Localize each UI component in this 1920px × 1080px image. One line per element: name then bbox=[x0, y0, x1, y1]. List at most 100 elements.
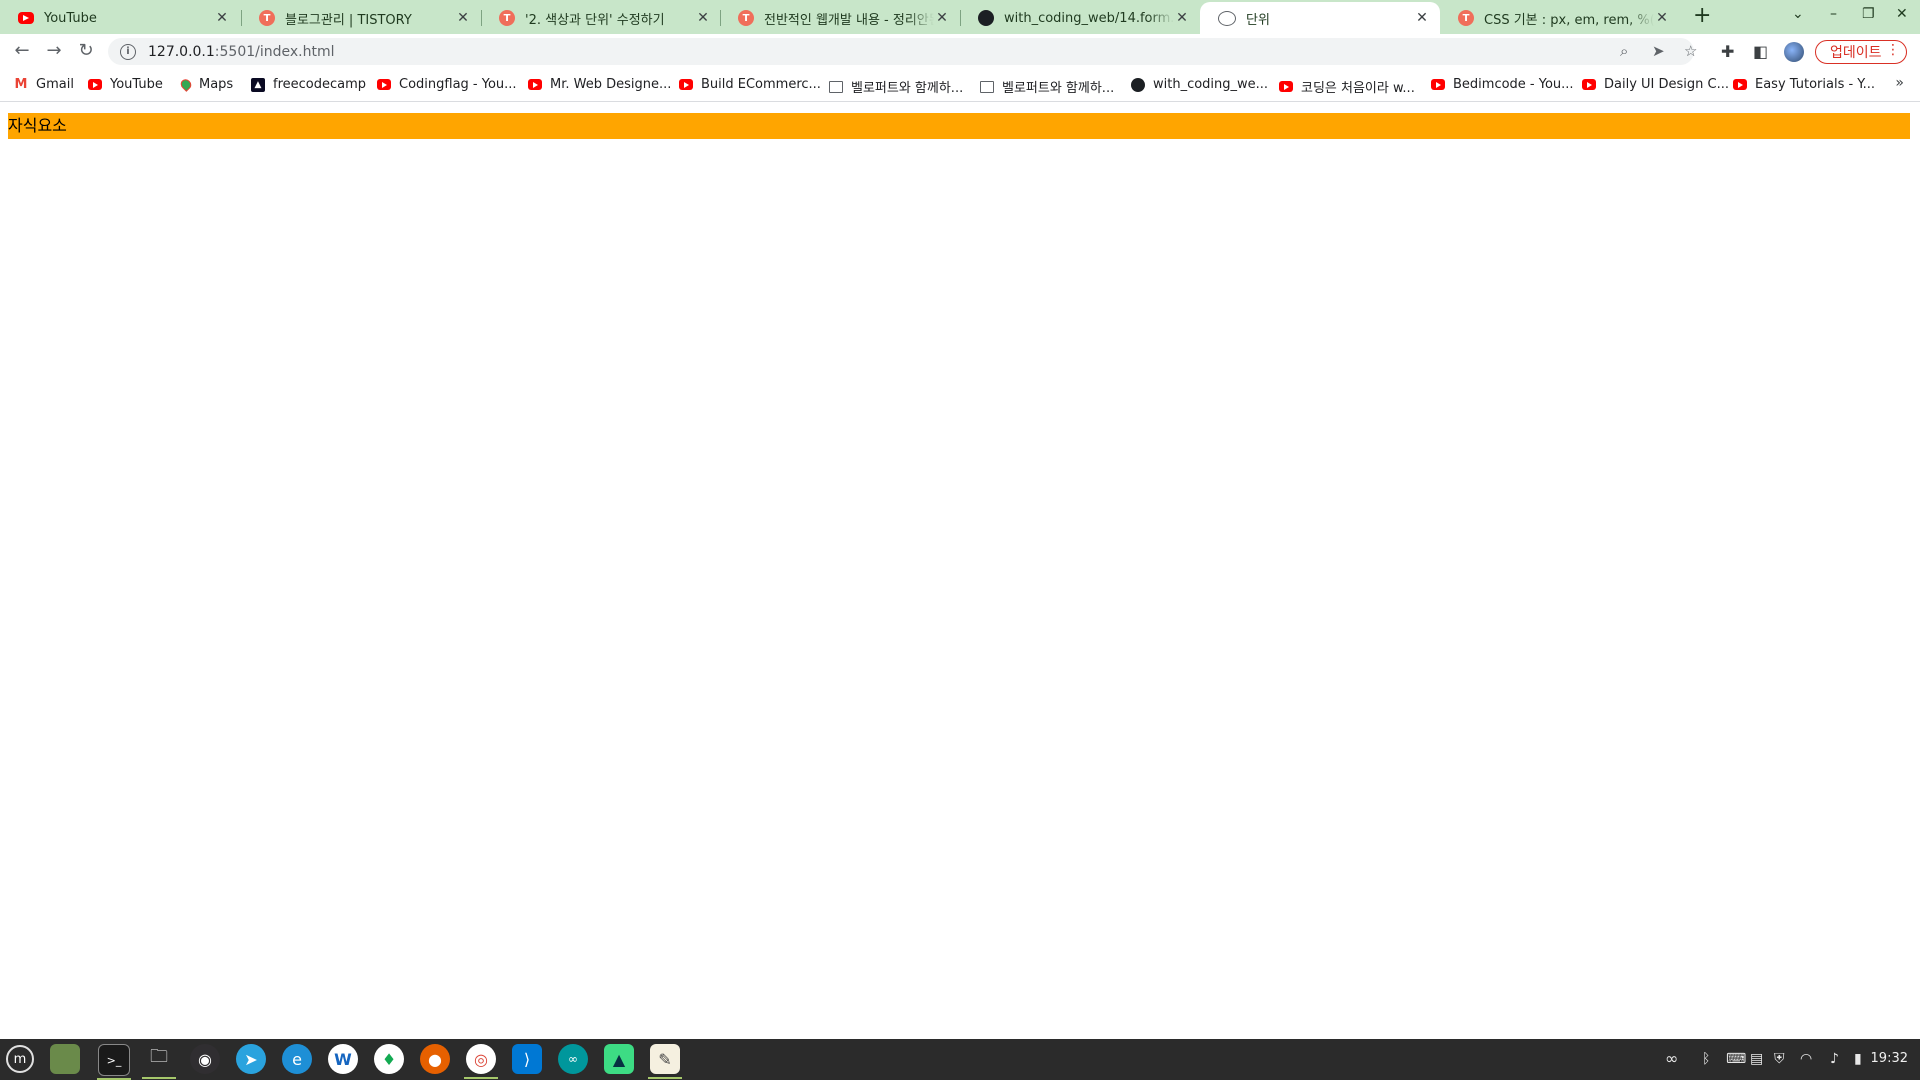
youtube-icon bbox=[1582, 79, 1596, 90]
telegram-icon[interactable]: ➤ bbox=[236, 1044, 266, 1074]
update-button[interactable]: 업데이트 ⋮ bbox=[1815, 40, 1907, 64]
bookmark-velopert-1[interactable]: 벨로퍼트와 함께하... bbox=[829, 77, 963, 96]
bookmark-label: Gmail bbox=[36, 77, 74, 92]
bookmark-velopert-2[interactable]: 벨로퍼트와 함께하... bbox=[980, 77, 1114, 96]
close-icon[interactable]: ✕ bbox=[695, 10, 711, 26]
mint-menu-icon[interactable]: m bbox=[6, 1045, 34, 1073]
tab-title: CSS 기본 : px, em, rem, %(perc bbox=[1484, 12, 1654, 28]
address-bar[interactable]: i 127.0.0.1:5501/index.html ⌕ ➤ ☆ bbox=[108, 38, 1697, 65]
wifi-icon[interactable]: ◠ bbox=[1800, 1051, 1812, 1067]
youtube-icon bbox=[1431, 79, 1445, 90]
extensions-puzzle-icon[interactable]: ✚ bbox=[1721, 42, 1734, 61]
writer-icon[interactable]: W bbox=[328, 1044, 358, 1074]
tab-title: 전반적인 웹개발 내용 - 정리안된 bbox=[764, 12, 934, 28]
text-editor-icon[interactable]: ✎ bbox=[648, 1044, 682, 1079]
bookmark-label: Codingflag - You... bbox=[399, 77, 517, 92]
youtube-icon bbox=[1279, 81, 1293, 92]
chrome-icon[interactable]: ◎ bbox=[464, 1044, 498, 1079]
clock[interactable]: 19:32 bbox=[1871, 1051, 1908, 1066]
tab-tistory-admin[interactable]: T 블로그관리 | TISTORY ✕ bbox=[241, 2, 481, 34]
kebab-menu-icon[interactable]: ⋮ bbox=[1886, 42, 1900, 58]
bookmark-youtube[interactable]: YouTube bbox=[88, 77, 163, 92]
bookmark-label: Easy Tutorials - Y... bbox=[1755, 77, 1876, 92]
side-panel-icon[interactable]: ◧ bbox=[1753, 42, 1768, 61]
bookmark-star-icon[interactable]: ☆ bbox=[1684, 42, 1697, 60]
bluetooth-icon[interactable]: ᛒ bbox=[1702, 1051, 1710, 1067]
vscode-icon[interactable]: ⟩ bbox=[512, 1044, 542, 1074]
tray-infinity-icon[interactable]: ∞ bbox=[1665, 1049, 1678, 1068]
keyboard-icon[interactable]: ⌨ bbox=[1726, 1051, 1746, 1067]
url-path: :5501/index.html bbox=[214, 43, 335, 60]
show-desktop-icon[interactable] bbox=[50, 1044, 80, 1074]
sound-icon[interactable]: ♪ bbox=[1830, 1051, 1839, 1067]
android-studio-icon[interactable]: ▲ bbox=[604, 1044, 634, 1074]
battery-icon[interactable]: ▮ bbox=[1854, 1051, 1862, 1067]
bookmark-label: YouTube bbox=[110, 77, 163, 92]
tab-css-basics[interactable]: T CSS 기본 : px, em, rem, %(perc ✕ bbox=[1440, 2, 1680, 34]
minimize-icon[interactable]: – bbox=[1830, 6, 1837, 22]
arduino-icon[interactable]: ∞ bbox=[558, 1044, 588, 1074]
files-icon[interactable]: 🗀 bbox=[142, 1044, 176, 1079]
bookmark-label: Daily UI Design C... bbox=[1604, 77, 1729, 92]
tistory-icon: T bbox=[738, 10, 754, 26]
bookmark-freecodecamp[interactable]: ▲ freecodecamp bbox=[251, 77, 366, 92]
close-icon[interactable]: ✕ bbox=[1654, 10, 1670, 26]
zoom-icon[interactable]: ⌕ bbox=[1620, 42, 1628, 60]
child-element: 자식요소 bbox=[8, 113, 1910, 139]
firefox-icon[interactable]: ● bbox=[420, 1044, 450, 1074]
window-close-icon[interactable]: ✕ bbox=[1896, 6, 1908, 22]
tab-units-active[interactable]: 단위 ✕ bbox=[1200, 2, 1440, 34]
restore-icon[interactable]: ❐ bbox=[1862, 6, 1875, 22]
bookmark-label: 코딩은 처음이라 w... bbox=[1301, 81, 1415, 96]
back-arrow-icon[interactable]: ← bbox=[10, 39, 34, 63]
bookmark-codingflag[interactable]: Codingflag - You... bbox=[377, 77, 517, 92]
bookmark-build-ecommerce[interactable]: Build ECommerc... bbox=[679, 77, 821, 92]
clipboard-icon[interactable]: ▤ bbox=[1750, 1051, 1763, 1067]
bookmarks-overflow-icon[interactable]: » bbox=[1895, 75, 1904, 91]
tab-github-form[interactable]: with_coding_web/14.form.htm ✕ bbox=[960, 2, 1200, 34]
new-tab-button[interactable]: + bbox=[1693, 5, 1711, 27]
send-tab-icon[interactable]: ➤ bbox=[1652, 42, 1665, 60]
close-icon[interactable]: ✕ bbox=[1414, 10, 1430, 26]
reload-icon[interactable]: ↻ bbox=[74, 39, 98, 63]
shield-icon[interactable]: ⛨ bbox=[1774, 1051, 1785, 1067]
bookmark-gmail[interactable]: M Gmail bbox=[14, 77, 74, 92]
book-icon bbox=[829, 80, 843, 93]
address-url[interactable]: 127.0.0.1:5501/index.html bbox=[148, 44, 335, 60]
close-icon[interactable]: ✕ bbox=[214, 10, 230, 26]
youtube-icon bbox=[88, 79, 102, 90]
tab-youtube[interactable]: YouTube ✕ bbox=[0, 2, 240, 34]
site-info-icon[interactable]: i bbox=[120, 43, 136, 60]
youtube-icon bbox=[679, 79, 693, 90]
tab-edit-post[interactable]: T '2. 색상과 단위' 수정하기 ✕ bbox=[481, 2, 721, 34]
bookmark-daily-ui[interactable]: Daily UI Design C... bbox=[1582, 77, 1729, 92]
bookmark-maps[interactable]: Maps bbox=[181, 77, 233, 92]
close-icon[interactable]: ✕ bbox=[455, 10, 471, 26]
obs-icon[interactable]: ◉ bbox=[190, 1044, 220, 1074]
bookmark-bedimcode[interactable]: Bedimcode - You... bbox=[1431, 77, 1574, 92]
tab-webdev-notes[interactable]: T 전반적인 웹개발 내용 - 정리안된 ✕ bbox=[720, 2, 960, 34]
github-icon bbox=[1131, 77, 1145, 92]
gmail-icon: M bbox=[14, 77, 28, 92]
close-icon[interactable]: ✕ bbox=[1174, 10, 1190, 26]
update-button-label: 업데이트 bbox=[1830, 45, 1882, 61]
profile-avatar[interactable] bbox=[1784, 42, 1804, 62]
youtube-icon bbox=[528, 79, 542, 90]
bookmarks-bar: M Gmail YouTube Maps ▲ freecodecamp Coding… bbox=[0, 68, 1920, 102]
freecodecamp-icon: ▲ bbox=[251, 77, 265, 92]
close-icon[interactable]: ✕ bbox=[934, 10, 950, 26]
mongodb-icon[interactable]: ♦ bbox=[374, 1044, 404, 1074]
bookmark-mr-web-designer[interactable]: Mr. Web Designe... bbox=[528, 77, 671, 92]
bookmark-label: Bedimcode - You... bbox=[1453, 77, 1574, 92]
forward-arrow-icon[interactable]: → bbox=[42, 39, 66, 63]
bookmark-coding-first-time[interactable]: 코딩은 처음이라 w... bbox=[1279, 77, 1415, 96]
bookmark-easy-tutorials[interactable]: Easy Tutorials - Y... bbox=[1733, 77, 1875, 92]
bookmark-label: Build ECommerc... bbox=[701, 77, 821, 92]
edge-icon[interactable]: e bbox=[282, 1044, 312, 1074]
youtube-icon bbox=[1733, 79, 1747, 90]
bookmark-with-coding-web[interactable]: with_coding_we... bbox=[1131, 77, 1268, 92]
tab-title: YouTube bbox=[44, 10, 97, 26]
tab-search-icon[interactable]: ⌄ bbox=[1792, 6, 1804, 22]
github-icon bbox=[978, 10, 994, 26]
terminal-icon[interactable]: >_ bbox=[97, 1044, 131, 1080]
